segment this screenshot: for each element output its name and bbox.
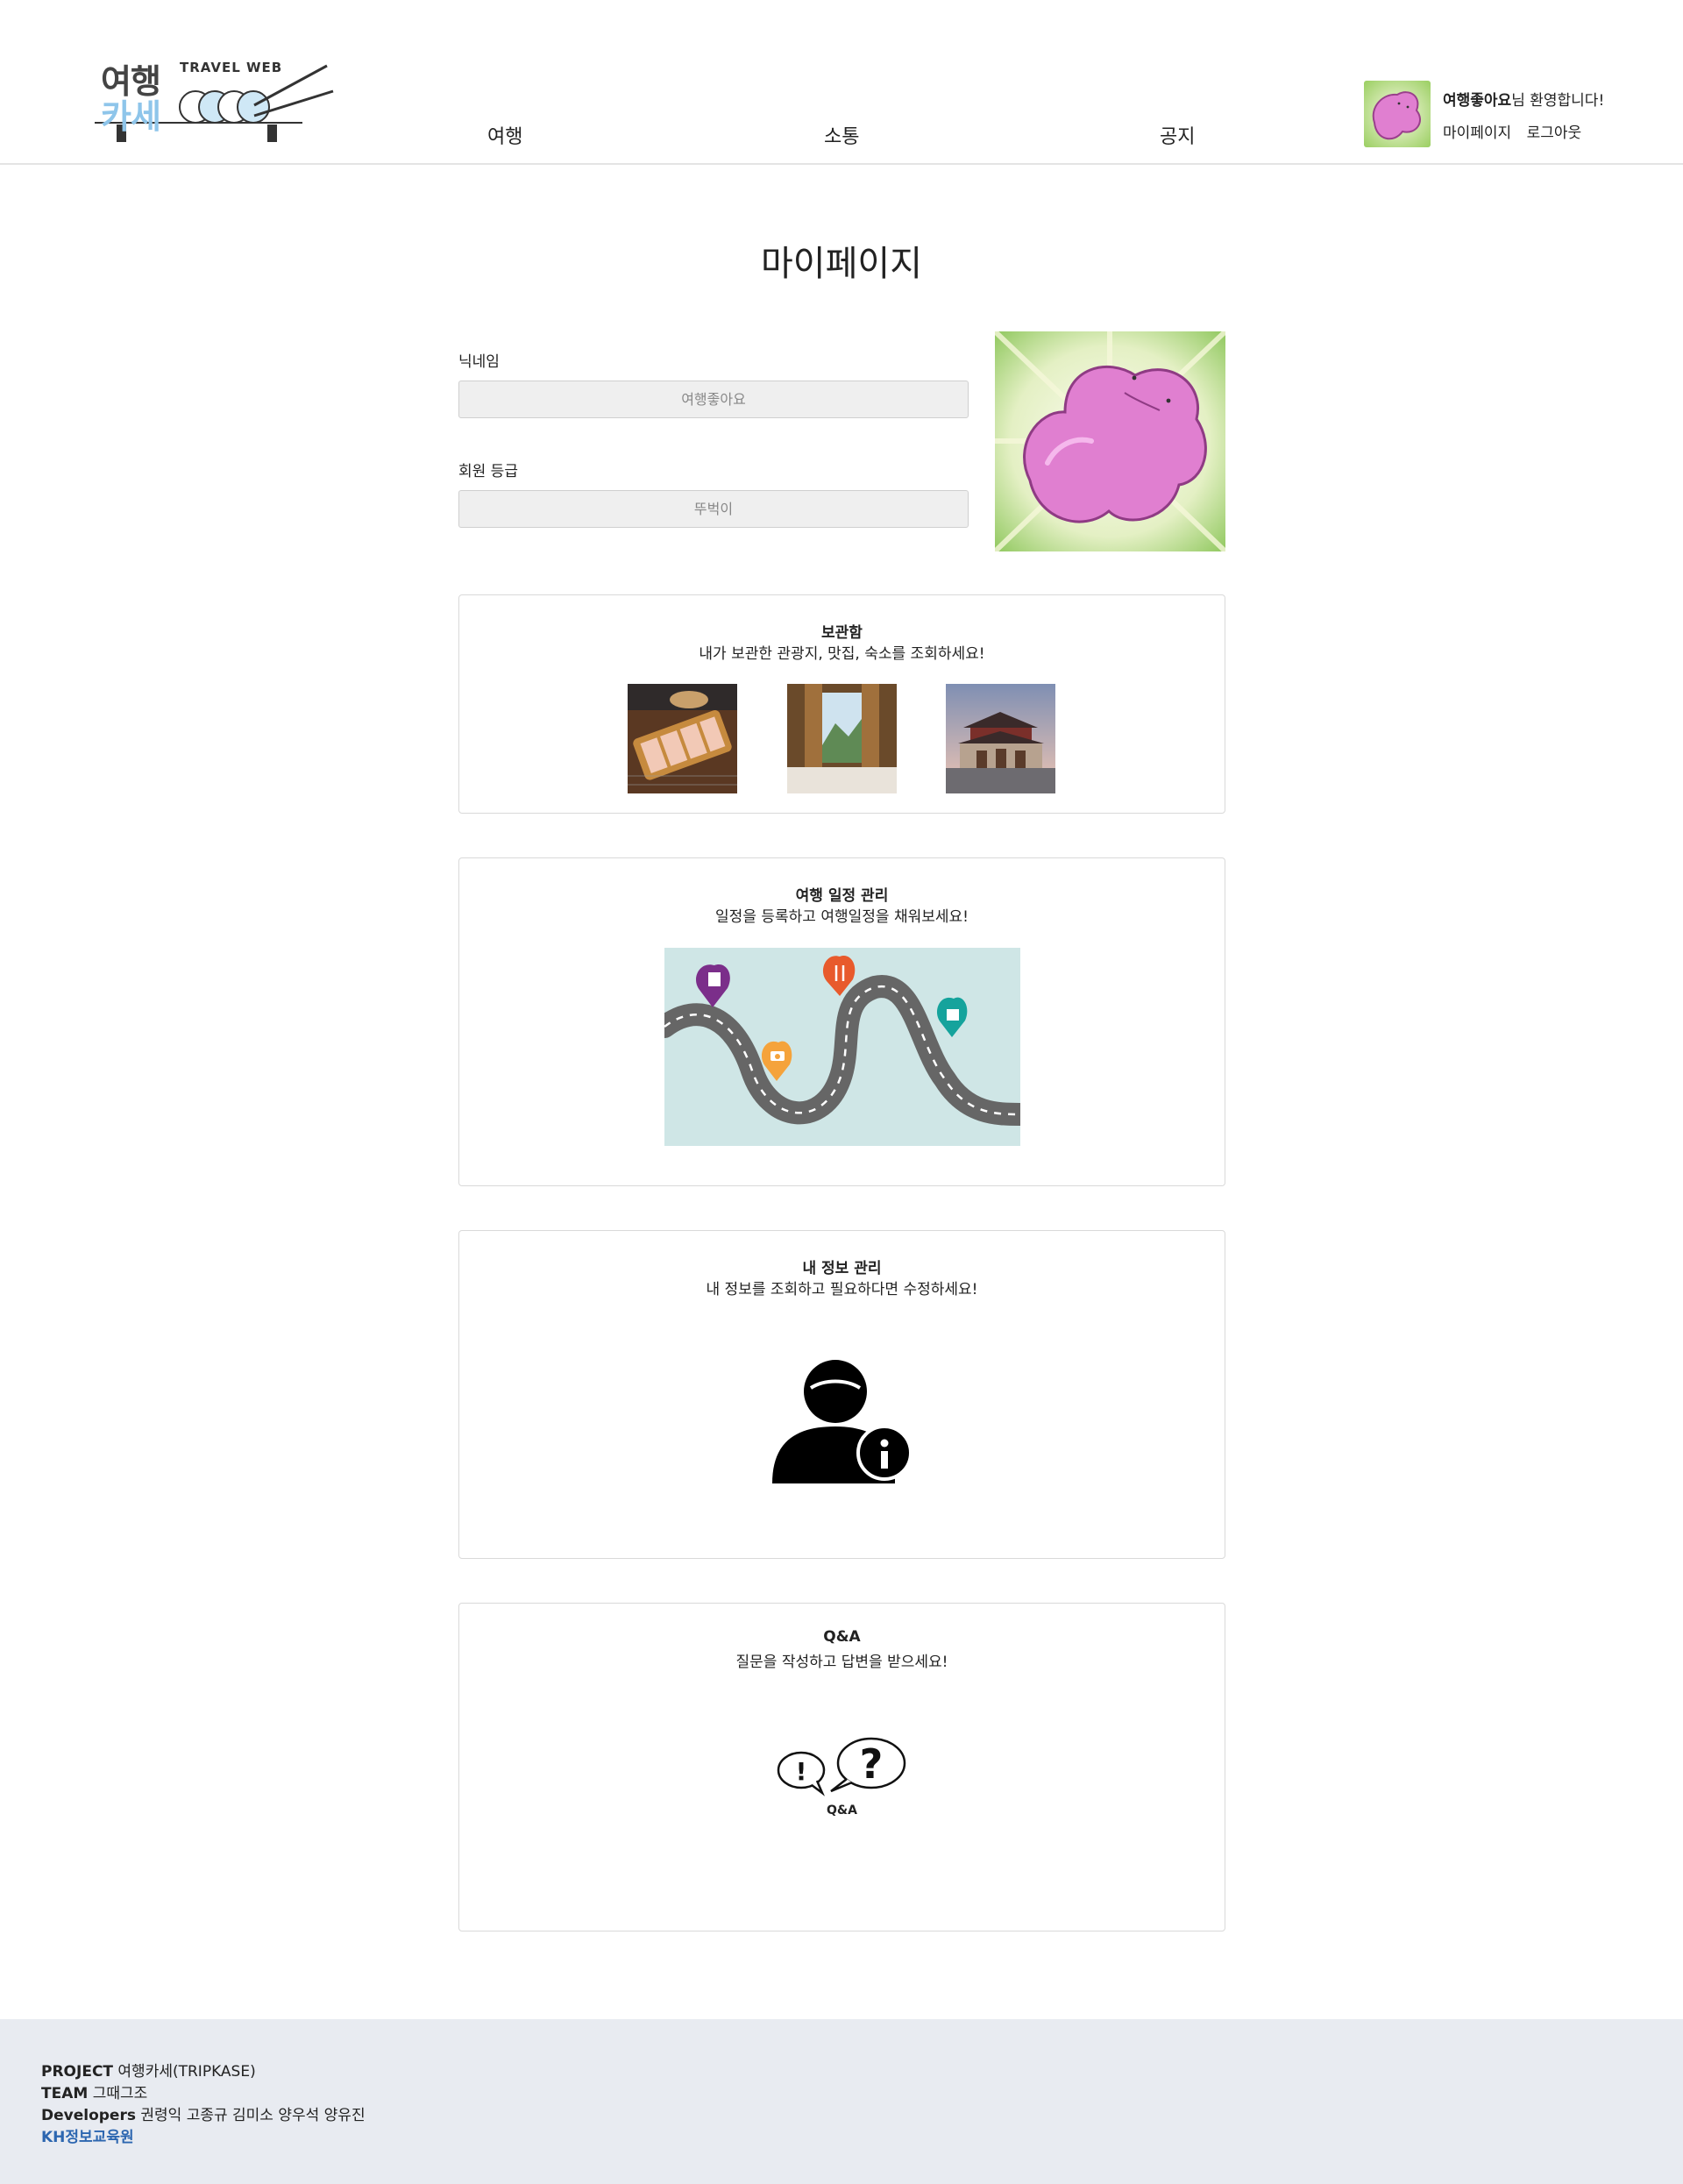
nav-travel[interactable]: 여행 [487, 121, 522, 149]
footer-team-label: TEAM [41, 2085, 89, 2102]
food-thumbnail-image [628, 684, 737, 793]
grade-label: 회원 등급 [458, 463, 518, 480]
footer-project-label: PROJECT [41, 2063, 114, 2081]
nickname-field[interactable]: 여행좋아요 [458, 381, 969, 418]
storage-thumb-palace[interactable] [946, 684, 1055, 793]
page-title: 마이페이지 [761, 244, 922, 284]
site-logo[interactable]: 여행 카세 TRAVEL WEB [92, 53, 337, 149]
qna-icon-caption: Q&A [827, 1803, 857, 1818]
user-name: 여행좋아요 [1443, 92, 1512, 110]
footer-team: TEAM 그때그조 [41, 2081, 147, 2102]
svg-text:!: ! [796, 1757, 807, 1786]
storage-thumb-hotel[interactable] [787, 684, 897, 793]
logo-text-line2: 카세 [101, 97, 161, 136]
logo-tagline: TRAVEL WEB [180, 60, 283, 75]
welcome-message: 여행좋아요님 환영합니다! [1443, 88, 1604, 110]
nickname-label: 닉네임 [458, 353, 500, 371]
nav-community[interactable]: 소통 [824, 121, 859, 149]
footer-dev-value: 권령익 고종규 김미소 양우석 양유진 [140, 2107, 366, 2124]
qna-subtitle: 질문을 작성하고 답변을 받으세요! [735, 1654, 948, 1671]
site-header: 여행 카세 TRAVEL WEB 여행 소통 공지 여행좋아요님 환영합니다! [0, 0, 1683, 165]
grade-field[interactable]: 뚜벅이 [458, 490, 969, 528]
user-links: 마이페이지 로그아웃 [1443, 120, 1592, 142]
footer-organization[interactable]: KH정보교육원 [41, 2124, 134, 2146]
palace-thumbnail-image [946, 684, 1055, 793]
mypage-link[interactable]: 마이페이지 [1443, 124, 1511, 142]
footer-dev-label: Developers [41, 2107, 136, 2124]
travel-route-illustration [664, 948, 1020, 1146]
myinfo-title: 내 정보 관리 [802, 1260, 882, 1277]
footer-developers: Developers 권령익 고종규 김미소 양우석 양유진 [41, 2102, 366, 2124]
schedule-title: 여행 일정 관리 [795, 887, 889, 905]
storage-subtitle: 내가 보관한 관광지, 맛집, 숙소를 조회하세요! [699, 645, 985, 663]
schedule-card[interactable]: 여행 일정 관리 일정을 등록하고 여행일정을 채워보세요! [458, 857, 1225, 1186]
nav-notice[interactable]: 공지 [1160, 121, 1195, 149]
ditto-avatar-image [1364, 81, 1431, 147]
profile-image[interactable] [995, 331, 1225, 551]
storage-title: 보관함 [821, 624, 863, 642]
footer-project-value: 여행카세(TRIPKASE) [117, 2063, 256, 2081]
footer-team-value: 그때그조 [92, 2085, 148, 2102]
logout-link[interactable]: 로그아웃 [1527, 124, 1582, 142]
site-footer: PROJECT 여행카세(TRIPKASE) TEAM 그때그조 Develop… [0, 2019, 1683, 2184]
user-info-icon [772, 1360, 913, 1483]
storage-thumb-food[interactable] [628, 684, 737, 793]
storage-card[interactable]: 보관함 내가 보관한 관광지, 맛집, 숙소를 조회하세요! [458, 594, 1225, 814]
qna-card[interactable]: Q&A 질문을 작성하고 답변을 받으세요! ! ? Q&A [458, 1603, 1225, 1931]
schedule-subtitle: 일정을 등록하고 여행일정을 채워보세요! [715, 908, 969, 926]
hotel-thumbnail-image [787, 684, 897, 793]
footer-project: PROJECT 여행카세(TRIPKASE) [41, 2059, 256, 2081]
svg-text:?: ? [860, 1740, 884, 1788]
ditto-profile-image [995, 331, 1225, 551]
myinfo-card[interactable]: 내 정보 관리 내 정보를 조회하고 필요하다면 수정하세요! [458, 1230, 1225, 1559]
qna-title: Q&A [823, 1628, 861, 1646]
welcome-suffix: 님 환영합니다! [1511, 92, 1605, 110]
user-avatar[interactable] [1364, 81, 1431, 147]
myinfo-subtitle: 내 정보를 조회하고 필요하다면 수정하세요! [706, 1281, 978, 1298]
